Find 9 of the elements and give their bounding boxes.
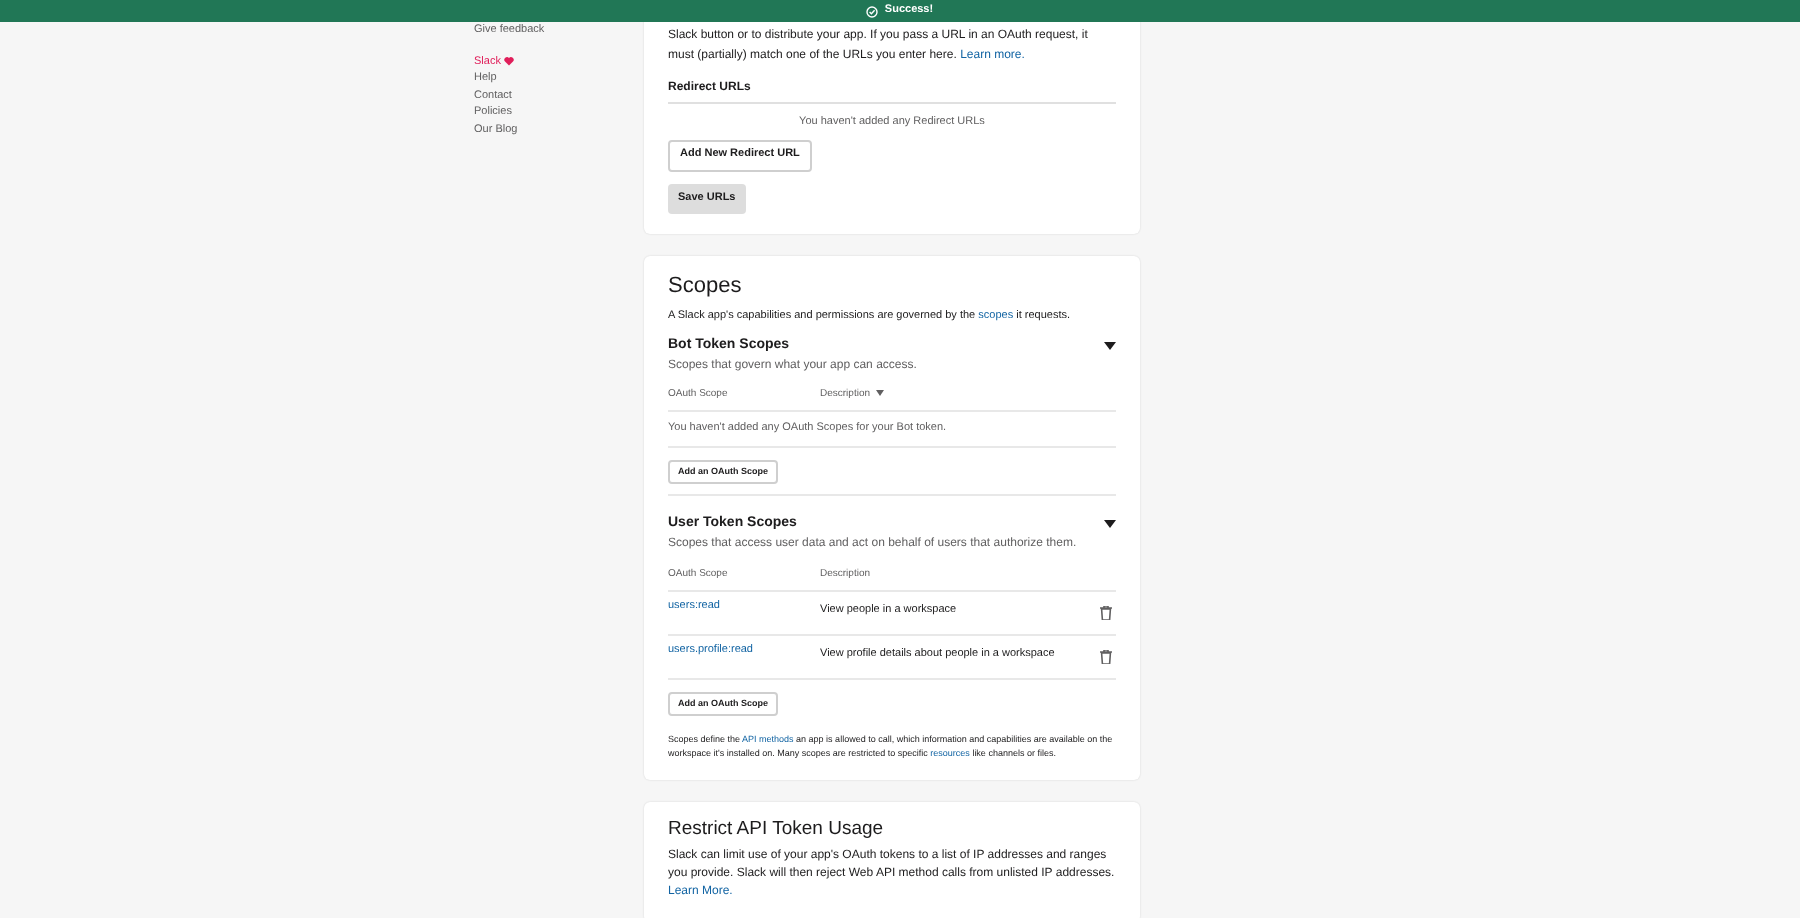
sort-icon[interactable] — [876, 390, 885, 397]
check-circle-icon — [866, 5, 879, 17]
trash-icon[interactable] — [1100, 605, 1112, 619]
trash-icon[interactable] — [1100, 649, 1112, 663]
card-title: Restrict API Token Usage — [668, 817, 886, 842]
caret-icon[interactable] — [1104, 520, 1116, 529]
caret-icon[interactable] — [1104, 342, 1116, 351]
card-title: Scopes — [668, 274, 744, 299]
heart-icon — [504, 56, 515, 67]
